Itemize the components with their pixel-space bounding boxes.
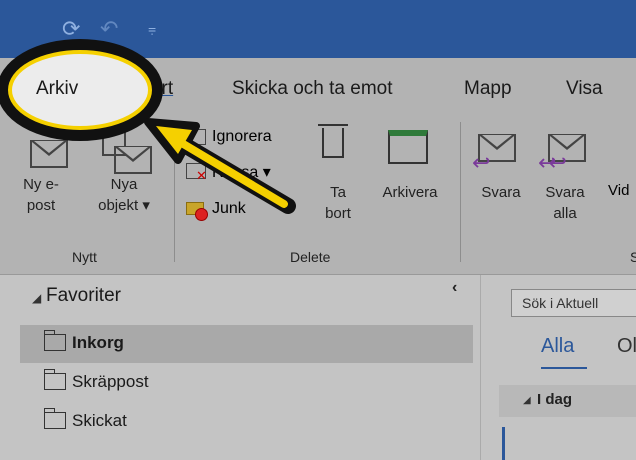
tab-visa[interactable]: Visa [566,78,603,100]
junk-label: Junk [212,200,246,217]
folder-item-skickat[interactable]: Skickat [20,403,473,441]
folder-icon [44,330,66,351]
collapse-pane-icon[interactable]: ‹ [452,279,457,297]
group-header-today[interactable]: ◢ I dag [499,385,636,417]
group-label-new: Nytt [72,249,97,265]
folder-icon [44,408,66,429]
junk-button[interactable]: Junk [186,198,296,224]
new-items-button[interactable]: Nya objekt ▾ [86,128,166,238]
ribbon: Ny e- post Nya objekt ▾ Nytt Ignorera ✕ … [0,116,636,275]
group-today-label: I dag [537,391,573,408]
filter-all-underline [541,367,587,369]
cleanup-x-icon: ✕ [196,168,207,183]
new-email-label-1: Ny e- [23,176,59,193]
sync-icon[interactable]: ⟳ [62,16,80,42]
trash-icon [322,128,344,158]
reply-all-label-1: Svara [545,184,585,201]
reply-arrow-icon: ↩ [472,150,491,175]
quick-access-dropdown-icon[interactable]: ⩦ [148,20,156,37]
trash-lid [318,124,348,126]
archive-box-icon [388,130,428,164]
new-email-button[interactable]: Ny e- post [10,128,82,238]
highlight-spotlight [8,48,158,132]
forward-label: Vid [608,182,630,199]
folder-pane: ◢ Favoriter ‹ Inkorg Skräppost Skickat [0,275,480,460]
search-placeholder: Sök i Aktuell [522,295,599,311]
tab-arkiv-highlighted[interactable]: Arkiv [36,78,78,100]
reply-label: Svara [481,184,521,201]
favorites-expand-icon[interactable]: ◢ [32,291,41,305]
group-separator [460,122,461,262]
archive-button[interactable]: Arkivera [372,124,452,239]
group-expand-icon: ◢ [523,395,531,406]
group-separator [174,122,175,262]
filter-unread[interactable]: Ol [617,335,636,358]
tab-mapp[interactable]: Mapp [464,78,512,100]
ignore-button[interactable]: Ignorera [186,126,296,152]
junk-block-icon [195,208,208,221]
envelope-icon [30,140,68,168]
new-items-label-1: Nya [110,176,138,193]
forward-button[interactable]: Vid [608,182,636,206]
ignore-icon [186,129,206,145]
reply-button[interactable]: ↩ Svara [470,124,532,239]
search-input[interactable]: Sök i Aktuell [511,289,636,317]
cleanup-label: Rensa ▾ [212,164,271,181]
group-label-delete: Delete [290,249,331,265]
folder-item-skrappost[interactable]: Skräppost [20,364,473,402]
folder-icon [44,369,66,390]
group-label-respond: S [630,249,636,265]
favorites-header[interactable]: Favoriter [46,285,121,307]
folder-label: Skräppost [72,372,149,391]
folder-label: Skickat [72,411,127,430]
filter-all[interactable]: Alla [541,335,574,358]
delete-button[interactable]: Ta bort [310,124,366,239]
undo-icon[interactable]: ↶ [100,16,118,42]
envelope-icon [114,146,152,174]
reply-all-arrow-icon: ↩↩ [538,150,567,175]
tab-skicka-och-ta-emot[interactable]: Skicka och ta emot [232,78,393,100]
reply-all-button[interactable]: ↩↩ Svara alla [534,124,596,239]
reply-all-label-2: alla [553,205,577,222]
selected-item-indicator [502,427,505,460]
folder-item-inkorg[interactable]: Inkorg [20,325,473,363]
folder-label: Inkorg [72,333,124,352]
archive-label: Arkivera [382,184,438,201]
delete-label-2: bort [325,205,351,222]
ignore-label: Ignorera [212,128,272,145]
new-email-label-2: post [26,197,56,214]
new-items-label-2: objekt ▾ [98,197,150,214]
cleanup-button[interactable]: ✕ Rensa ▾ [186,160,296,186]
delete-label-1: Ta [330,184,346,201]
message-list-pane: Sök i Aktuell Alla Ol ◢ I dag [480,275,636,460]
